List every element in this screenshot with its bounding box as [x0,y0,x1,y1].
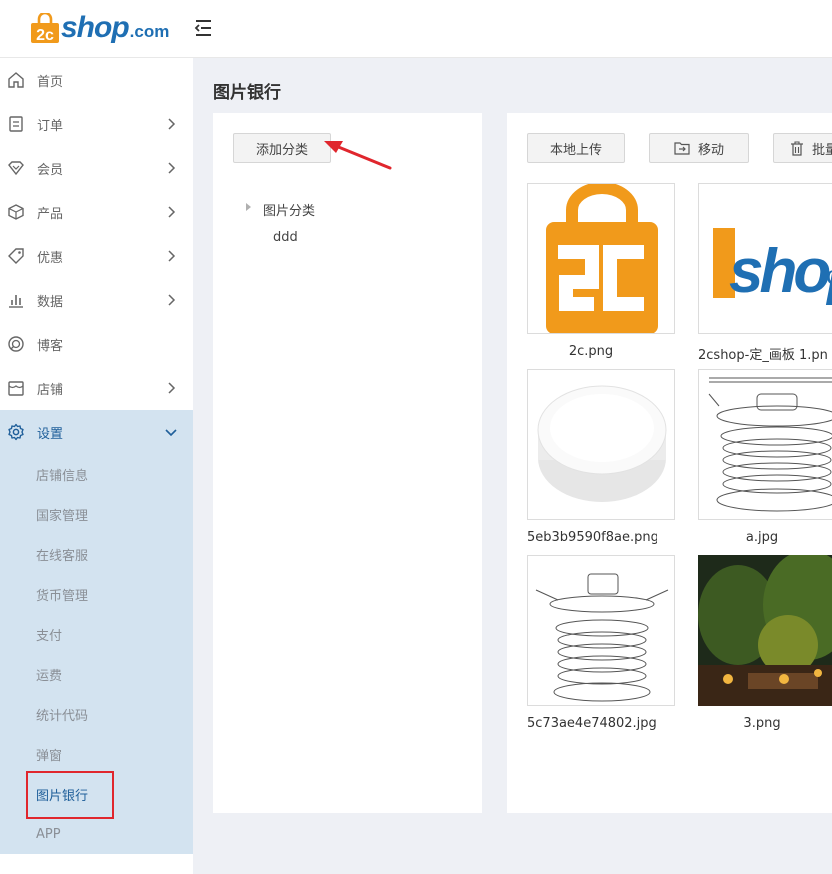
chevron-right-icon [168,250,176,262]
image-filename: 3.png [743,716,781,731]
image-filename: 5eb3b9590f8ae.png [527,530,657,545]
image-thumbnail-5c73-jpg[interactable] [527,555,675,706]
image-thumbnail-2c-png[interactable] [527,183,675,334]
batch-delete-label: 批量删除 [812,142,832,158]
tree-expand-icon[interactable] [246,203,251,211]
sidebar-item-label: 博客 [37,338,64,354]
trash-icon [791,140,803,156]
collapse-menu-icon[interactable] [192,17,214,39]
move-button-label: 移动 [697,142,724,158]
order-icon [9,116,23,132]
svg-text:.com: .com [819,260,832,290]
site-logo[interactable]: 2c shop .com [30,8,169,48]
sidebar-item-blog[interactable]: 博客 [0,322,193,366]
sidebar: 首页 订单 会员 产品 优惠 数据 博客 店铺 设置 店铺信息 国家管理 在线客… [0,58,193,874]
image-filename: a.jpg [745,530,779,545]
sidebar-item-label: 产品 [37,206,64,222]
submenu-item-country[interactable]: 国家管理 [0,494,193,534]
image-thumbnail-3-png[interactable] [698,555,832,706]
member-icon [8,161,24,176]
garden-lighting-photo [698,555,832,706]
chevron-right-icon [168,118,176,130]
store-icon [8,381,24,396]
sidebar-item-label: 设置 [37,426,64,442]
tree-node-root[interactable]: 图片分类 [263,200,315,219]
chevron-right-icon [168,382,176,394]
sidebar-item-label: 会员 [37,162,64,178]
downlight-drawing-image [535,573,669,702]
sidebar-item-label: 订单 [37,118,64,134]
image-thumbnail-a-jpg[interactable] [698,369,832,520]
sidebar-item-label: 数据 [37,294,64,310]
svg-text:2c: 2c [36,27,54,43]
submenu-item-app[interactable]: APP [0,814,193,854]
batch-delete-button[interactable]: 批量删除 [773,133,832,163]
image-thumbnail-round-light[interactable] [527,369,675,520]
submenu-item-analytics-code[interactable]: 统计代码 [0,694,193,734]
submenu-label: 店铺信息 [36,468,89,484]
bar-chart-icon [9,295,23,308]
chevron-right-icon [168,162,176,174]
submenu-item-shipping[interactable]: 运费 [0,654,193,694]
sidebar-item-member[interactable]: 会员 [0,146,193,190]
sidebar-item-data[interactable]: 数据 [0,278,193,322]
submenu-item-image-bank[interactable]: 图片银行 [0,774,193,814]
add-category-button[interactable]: 添加分类 [233,133,331,163]
sidebar-item-home[interactable]: 首页 [0,58,193,102]
sidebar-item-product[interactable]: 产品 [0,190,193,234]
round-panel-light-image [537,385,667,502]
svg-text:shop: shop [729,237,832,306]
top-header: 2c shop .com [0,0,832,58]
move-button[interactable]: 移动 [649,133,749,163]
submenu-label: 统计代码 [36,708,89,724]
submenu-label: 国家管理 [36,508,89,524]
submenu-label: 在线客服 [36,548,89,564]
tree-node-child[interactable]: ddd [273,230,298,245]
folder-move-icon [674,142,690,155]
sidebar-item-label: 优惠 [37,250,64,266]
image-filename: 2c.png [568,344,614,359]
sidebar-item-label: 店铺 [37,382,64,398]
image-filename: 5c73ae4e74802.jpg [527,716,657,731]
chevron-down-icon [165,429,177,437]
tag-icon [8,248,24,264]
sidebar-item-promotion[interactable]: 优惠 [0,234,193,278]
submenu-label: 图片银行 [36,788,89,804]
shopping-bag-logo-icon: 2c [31,13,59,43]
image-thumbnail-2cshop-logo[interactable]: shop .com [698,183,832,334]
sidebar-item-order[interactable]: 订单 [0,102,193,146]
image-filename: 2cshop-定_画板 1.png [698,348,828,363]
submenu-item-popup[interactable]: 弹窗 [0,734,193,774]
blog-icon [8,336,24,352]
sidebar-item-settings[interactable]: 设置 [0,410,193,454]
chevron-right-icon [168,294,176,306]
logo-tld-text: .com [129,22,170,41]
submenu-label: 支付 [36,628,63,644]
category-panel [213,113,482,813]
home-icon [8,72,24,88]
product-box-icon [8,204,24,220]
submenu-label: APP [36,826,61,842]
submenu-label: 货币管理 [36,588,89,604]
chevron-right-icon [168,206,176,218]
submenu-label: 运费 [36,668,63,684]
submenu-item-online-service[interactable]: 在线客服 [0,534,193,574]
orange-bag-logo-image [546,184,658,333]
sidebar-item-label: 首页 [37,74,64,90]
light-fixture-drawing-image [708,377,832,512]
submenu-item-payment[interactable]: 支付 [0,614,193,654]
local-upload-button[interactable]: 本地上传 [527,133,625,163]
settings-submenu: 店铺信息 国家管理 在线客服 货币管理 支付 运费 统计代码 弹窗 图片银行 A… [0,454,193,854]
submenu-item-currency[interactable]: 货币管理 [0,574,193,614]
submenu-label: 弹窗 [36,748,63,764]
page-title: 图片银行 [213,83,281,103]
logo-brand-text: shop [61,11,130,44]
sidebar-item-store[interactable]: 店铺 [0,366,193,410]
submenu-item-store-info[interactable]: 店铺信息 [0,454,193,494]
2cshop-logo-image: shop .com [713,228,832,306]
gear-icon [8,423,24,441]
